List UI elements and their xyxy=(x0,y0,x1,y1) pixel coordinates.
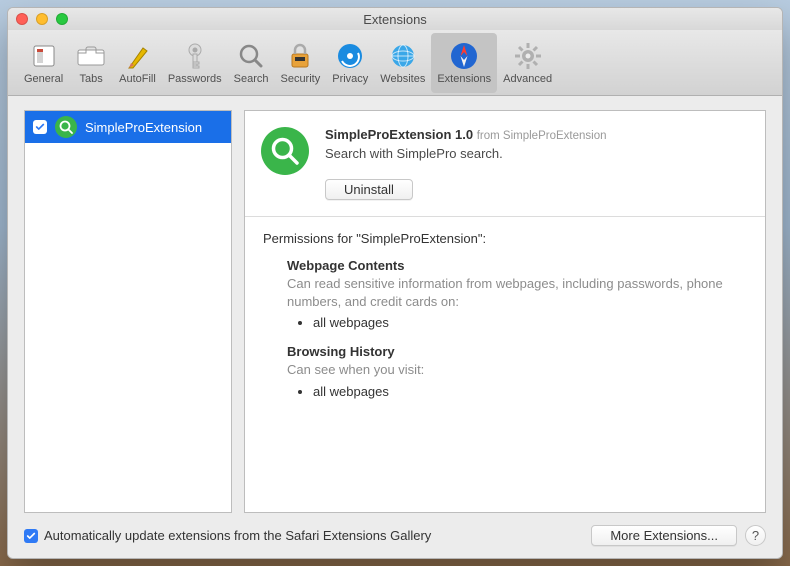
tab-extensions[interactable]: Extensions xyxy=(431,33,497,93)
tab-passwords[interactable]: Passwords xyxy=(162,33,228,93)
permission-block-webpage-contents: Webpage Contents Can read sensitive info… xyxy=(287,258,747,330)
extension-from: from SimpleProExtension xyxy=(477,130,607,142)
permission-block-browsing-history: Browsing History Can see when you visit:… xyxy=(287,344,747,398)
tab-websites[interactable]: Websites xyxy=(374,33,431,93)
more-extensions-button[interactable]: More Extensions... xyxy=(591,525,737,546)
maximize-button[interactable] xyxy=(56,13,68,25)
minimize-button[interactable] xyxy=(36,13,48,25)
extension-title: SimpleProExtension 1.0 xyxy=(325,127,473,142)
tab-advanced[interactable]: Advanced xyxy=(497,33,558,93)
extension-title-line: SimpleProExtension 1.0 from SimpleProExt… xyxy=(325,127,747,142)
security-icon xyxy=(285,41,315,71)
permissions-heading: Permissions for "SimpleProExtension": xyxy=(263,231,747,246)
tab-search[interactable]: Search xyxy=(228,33,275,93)
preferences-window: Extensions General Tabs AutoFill Passwor… xyxy=(7,7,783,559)
extensions-sidebar: SimpleProExtension xyxy=(24,110,232,513)
tab-security[interactable]: Security xyxy=(274,33,326,93)
titlebar[interactable]: Extensions xyxy=(8,8,782,30)
tab-autofill[interactable]: AutoFill xyxy=(113,33,162,93)
help-button[interactable]: ? xyxy=(745,525,766,546)
close-button[interactable] xyxy=(16,13,28,25)
extension-description: Search with SimplePro search. xyxy=(325,146,747,161)
extension-icon-large xyxy=(261,127,309,175)
traffic-lights xyxy=(16,13,68,25)
extension-list-item[interactable]: SimpleProExtension xyxy=(25,111,231,143)
extension-enable-checkbox[interactable] xyxy=(33,120,47,134)
extension-detail-panel: SimpleProExtension 1.0 from SimpleProExt… xyxy=(244,110,766,513)
auto-update-checkbox[interactable] xyxy=(24,529,38,543)
websites-icon xyxy=(388,41,418,71)
tab-tabs[interactable]: Tabs xyxy=(69,33,113,93)
tabs-icon xyxy=(76,41,106,71)
extension-name: SimpleProExtension xyxy=(85,120,202,135)
tab-general[interactable]: General xyxy=(18,33,69,93)
content-area: SimpleProExtension SimpleProExtension 1.… xyxy=(8,96,782,558)
advanced-icon xyxy=(513,41,543,71)
window-title: Extensions xyxy=(16,12,774,27)
toolbar: General Tabs AutoFill Passwords Search xyxy=(8,30,782,96)
extensions-icon xyxy=(449,41,479,71)
footer: Automatically update extensions from the… xyxy=(24,513,766,546)
passwords-icon xyxy=(180,41,210,71)
autofill-icon xyxy=(122,41,152,71)
uninstall-button[interactable]: Uninstall xyxy=(325,179,413,200)
privacy-icon xyxy=(335,41,365,71)
auto-update-label: Automatically update extensions from the… xyxy=(44,528,431,543)
extension-icon xyxy=(55,116,77,138)
tab-privacy[interactable]: Privacy xyxy=(326,33,374,93)
search-icon xyxy=(236,41,266,71)
general-icon xyxy=(29,41,59,71)
